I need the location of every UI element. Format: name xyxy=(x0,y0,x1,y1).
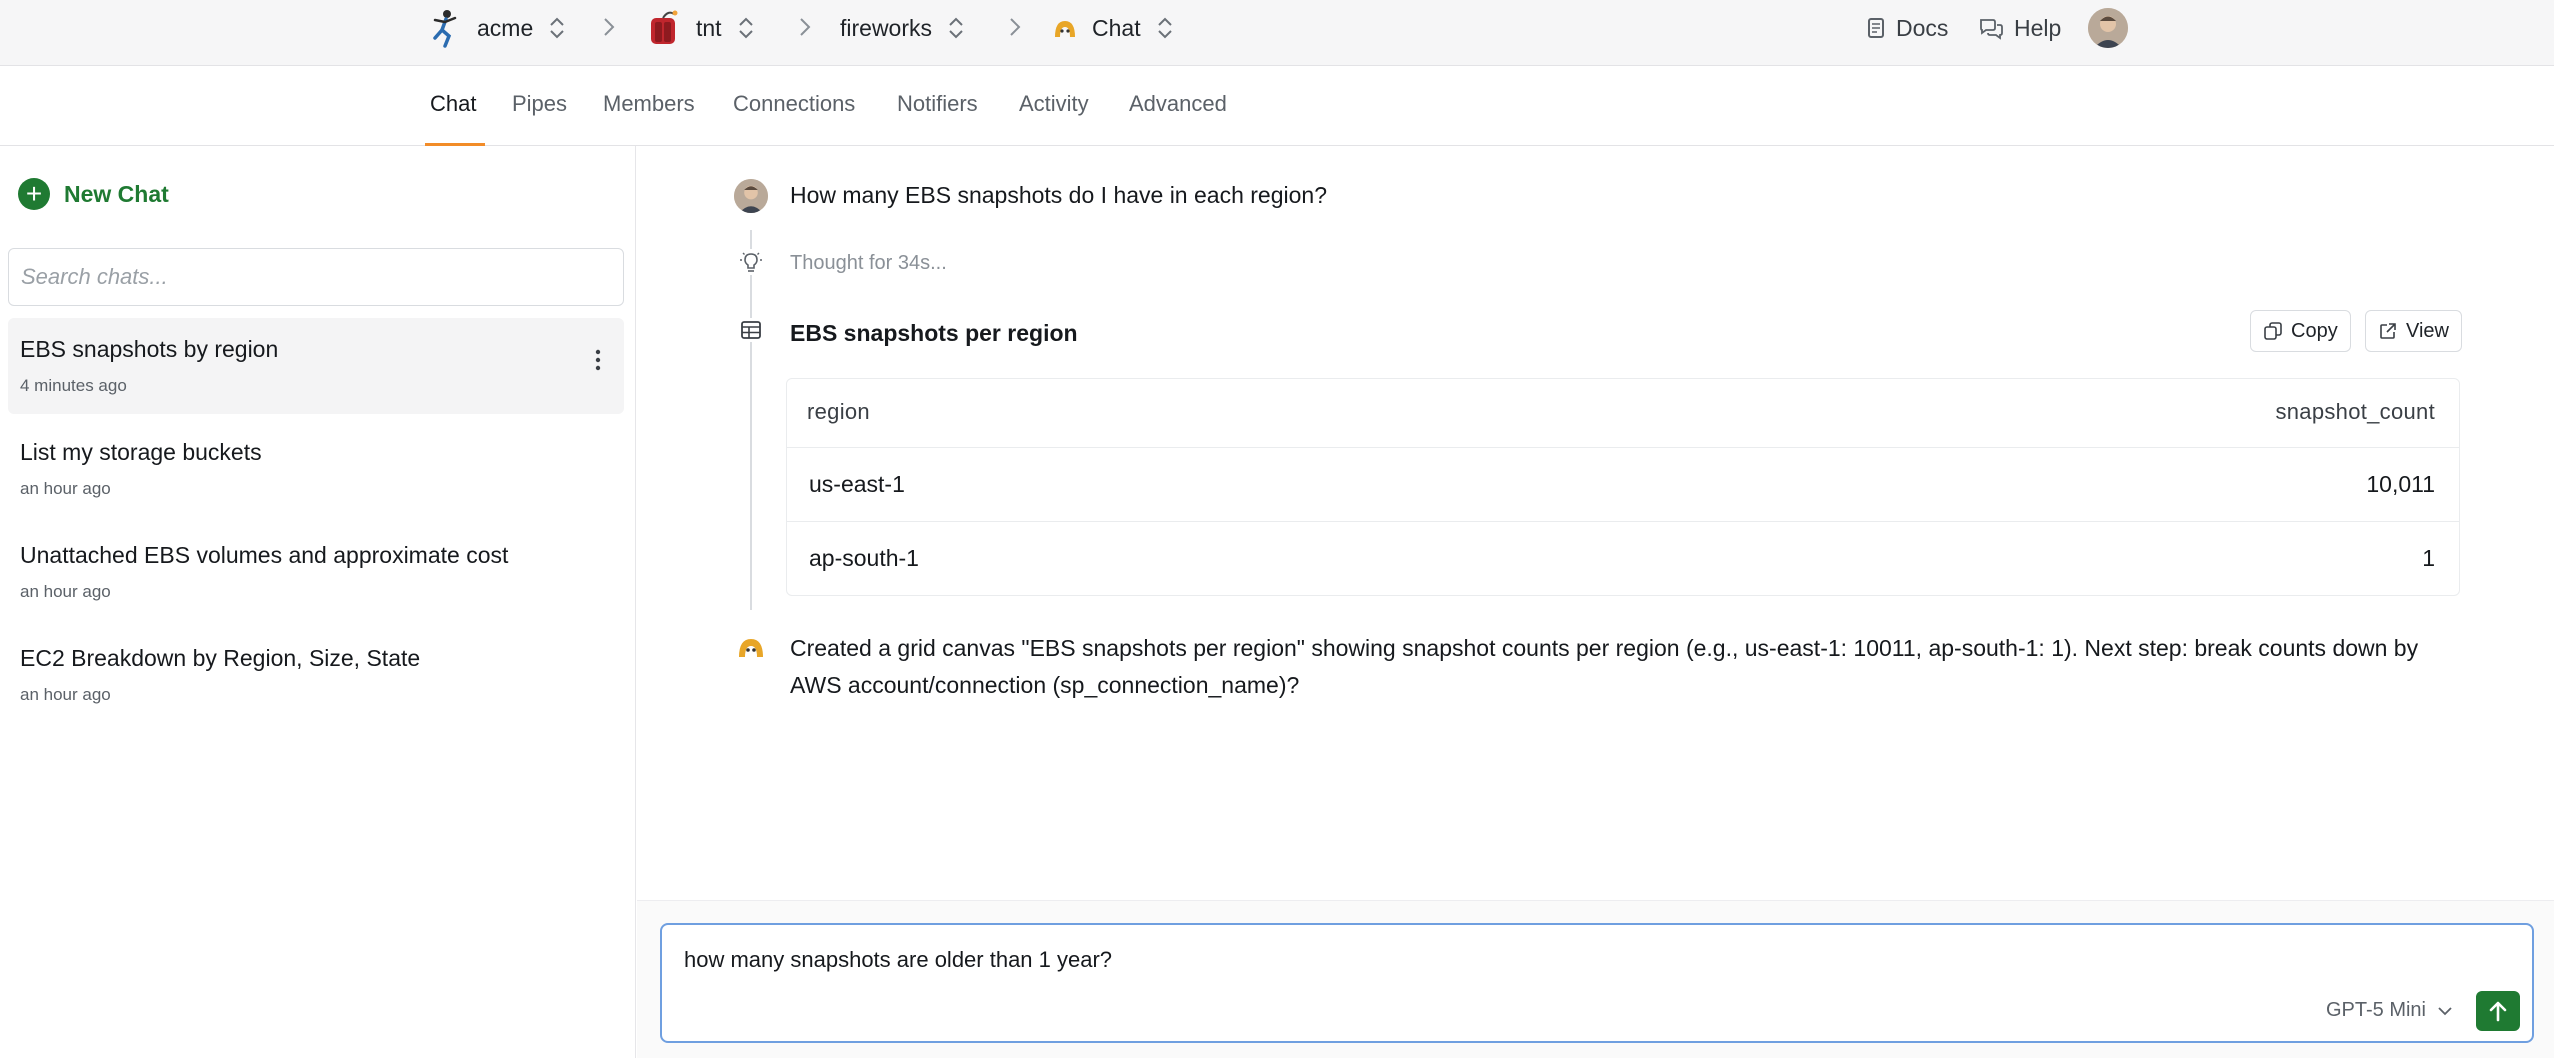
table-cell-count: 10,011 xyxy=(2366,471,2435,497)
tnt-logo-icon xyxy=(651,10,678,44)
chevron-right-icon xyxy=(1010,18,1021,36)
table-cell-region: us-east-1 xyxy=(809,471,905,497)
breadcrumb-section-label: Chat xyxy=(1092,14,1141,41)
copy-button[interactable]: Copy xyxy=(2250,310,2351,352)
model-selector[interactable]: GPT-5 Mini xyxy=(2326,999,2454,1022)
tab-activity[interactable]: Activity xyxy=(1019,91,1089,117)
table-cell-count: 1 xyxy=(2422,545,2435,571)
breadcrumb-org-label: acme xyxy=(477,14,534,41)
view-button[interactable]: View xyxy=(2365,310,2462,352)
breadcrumb-workspace-label: fireworks xyxy=(840,14,933,41)
send-button[interactable] xyxy=(2476,991,2520,1031)
table-grid-icon xyxy=(739,318,763,342)
user-photo-icon xyxy=(734,179,768,213)
docs-link[interactable]: Docs xyxy=(1866,8,1948,48)
composer-input-text[interactable]: how many snapshots are older than 1 year… xyxy=(684,947,1112,973)
assistant-avatar-icon xyxy=(739,639,763,657)
chat-sidebar: + New Chat EBS snapshots by region 4 min… xyxy=(0,146,636,1058)
message-composer[interactable]: how many snapshots are older than 1 year… xyxy=(660,923,2534,1043)
chat-title: List my storage buckets xyxy=(20,439,262,465)
breadcrumb-project-label: tnt xyxy=(696,14,722,41)
chat-timestamp: 4 minutes ago xyxy=(20,376,127,395)
tab-chat[interactable]: Chat xyxy=(430,91,476,117)
breadcrumb-section[interactable]: Chat xyxy=(1052,8,1175,48)
tab-members[interactable]: Members xyxy=(603,91,695,117)
breadcrumb-project[interactable]: tnt xyxy=(646,8,756,48)
docs-label: Docs xyxy=(1896,14,1949,41)
top-header: acme tnt fireworks Chat Docs Help xyxy=(0,0,2554,66)
sort-updown-icon[interactable] xyxy=(1155,16,1175,40)
lightbulb-icon xyxy=(738,249,764,275)
breadcrumb-org[interactable]: acme xyxy=(427,8,567,48)
breadcrumb-workspace[interactable]: fireworks xyxy=(840,8,966,48)
chat-timestamp: an hour ago xyxy=(20,479,111,498)
chat-timestamp: an hour ago xyxy=(20,582,111,601)
new-chat-button[interactable]: + New Chat xyxy=(18,178,169,210)
tab-connections[interactable]: Connections xyxy=(733,91,855,117)
table-cell-region: ap-south-1 xyxy=(809,545,919,571)
chat-timestamp: an hour ago xyxy=(20,685,111,704)
column-header-region: region xyxy=(807,399,870,424)
user-message: How many EBS snapshots do I have in each… xyxy=(790,182,1327,208)
plus-icon: + xyxy=(18,178,50,210)
tab-pipes[interactable]: Pipes xyxy=(512,91,567,117)
user-message-avatar xyxy=(734,179,768,213)
row-divider xyxy=(787,521,2459,522)
more-options-icon[interactable] xyxy=(594,346,602,374)
user-photo-icon xyxy=(2088,8,2128,48)
canvas-title: EBS snapshots per region xyxy=(790,320,1078,346)
sort-updown-icon[interactable] xyxy=(547,16,567,40)
chat-logo-icon xyxy=(1055,21,1075,37)
column-header-snapshot-count: snapshot_count xyxy=(2275,399,2435,424)
row-divider xyxy=(787,447,2459,448)
results-table: region snapshot_count us-east-1 10,011 a… xyxy=(786,378,2460,596)
chevron-down-icon xyxy=(2438,1006,2452,1015)
chevron-right-icon xyxy=(800,18,811,36)
project-tabs: Chat Pipes Members Connections Notifiers… xyxy=(0,66,2554,146)
chat-bubbles-icon xyxy=(1980,19,2003,40)
chat-list-item[interactable]: EBS snapshots by region 4 minutes ago xyxy=(8,318,624,414)
help-link[interactable]: Help xyxy=(1978,8,2061,48)
model-label: GPT-5 Mini xyxy=(2325,999,2426,1021)
runner-logo-icon xyxy=(433,10,457,48)
sort-updown-icon[interactable] xyxy=(946,16,966,40)
sort-updown-icon[interactable] xyxy=(736,16,756,40)
chat-title: EBS snapshots by region xyxy=(20,336,279,362)
conversation-timeline xyxy=(750,230,752,610)
copy-icon xyxy=(2264,322,2282,340)
user-avatar[interactable] xyxy=(2088,8,2128,48)
assistant-message: Created a grid canvas "EBS snapshots per… xyxy=(790,635,2419,698)
chat-list-item[interactable]: List my storage buckets an hour ago xyxy=(8,421,624,517)
external-link-icon xyxy=(2380,323,2396,339)
document-icon xyxy=(1868,18,1884,38)
new-chat-label: New Chat xyxy=(64,180,169,207)
view-label: View xyxy=(2406,319,2449,342)
search-chats-input[interactable] xyxy=(8,248,624,306)
copy-label: Copy xyxy=(2291,319,2338,342)
thought-status[interactable]: Thought for 34s... xyxy=(790,252,947,275)
help-label: Help xyxy=(2014,14,2062,41)
tab-advanced[interactable]: Advanced xyxy=(1129,91,1227,117)
arrow-up-icon xyxy=(2489,1001,2507,1022)
chevron-right-icon xyxy=(604,18,615,36)
tab-notifiers[interactable]: Notifiers xyxy=(897,91,978,117)
chat-list-item[interactable]: Unattached EBS volumes and approximate c… xyxy=(8,524,624,620)
chat-title: EC2 Breakdown by Region, Size, State xyxy=(20,645,421,671)
chat-title: Unattached EBS volumes and approximate c… xyxy=(20,542,509,568)
chat-list-item[interactable]: EC2 Breakdown by Region, Size, State an … xyxy=(8,627,624,723)
